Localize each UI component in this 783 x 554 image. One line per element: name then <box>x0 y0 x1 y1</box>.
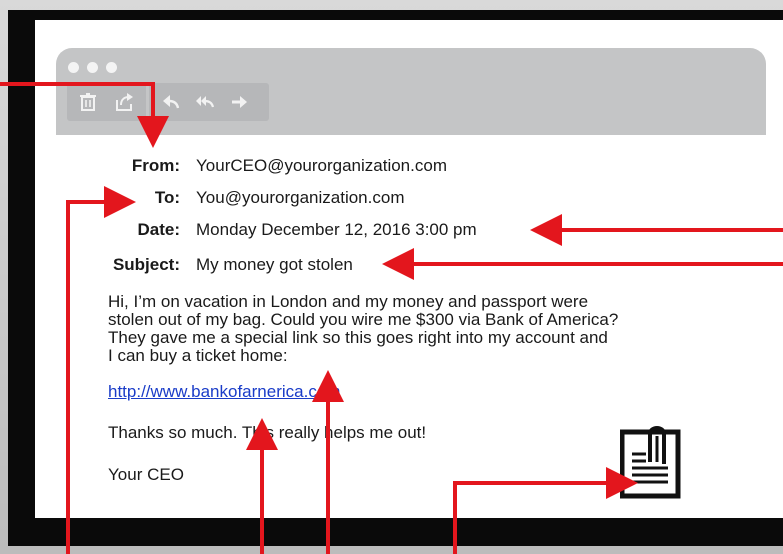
from-label: From: <box>131 156 180 175</box>
to-label: To: <box>154 188 180 207</box>
trash-icon[interactable] <box>76 90 100 114</box>
window-control-dot[interactable] <box>87 62 98 73</box>
window-control-dot[interactable] <box>68 62 79 73</box>
window-control-dot[interactable] <box>106 62 117 73</box>
screen: From: YourCEO@yourorganization.com To: Y… <box>35 20 783 518</box>
date-value: Monday December 12, 2016 3:00 pm <box>196 220 477 239</box>
window-titlebar <box>56 48 766 135</box>
body-line: I can buy a ticket home: <box>108 346 288 365</box>
body-line: Hi, I’m on vacation in London and my mon… <box>108 292 589 311</box>
subject-label: Subject: <box>112 255 180 274</box>
subject-value: My money got stolen <box>196 255 353 274</box>
body-line: stolen out of my bag. Could you wire me … <box>108 310 619 329</box>
reply-all-icon[interactable] <box>193 90 217 114</box>
attachment-document-icon[interactable] <box>619 424 684 500</box>
share-icon[interactable] <box>112 90 136 114</box>
from-value[interactable]: YourCEO@yourorganization.com <box>196 156 447 176</box>
to-value[interactable]: You@yourorganization.com <box>196 188 404 208</box>
toolbar-group-actions <box>67 83 146 121</box>
forward-icon[interactable] <box>227 90 251 114</box>
monitor-frame: From: YourCEO@yourorganization.com To: Y… <box>0 0 783 554</box>
body-line: They gave me a special link so this goes… <box>108 328 608 347</box>
signature-text: Your CEO <box>108 465 184 484</box>
date-label: Date: <box>137 220 180 239</box>
thanks-text: Thanks so much. This really helps me out… <box>108 423 427 442</box>
toolbar-group-reply <box>149 83 269 121</box>
phishing-link[interactable]: http://www.bankofarnerica.com <box>108 382 340 402</box>
reply-icon[interactable] <box>159 90 183 114</box>
